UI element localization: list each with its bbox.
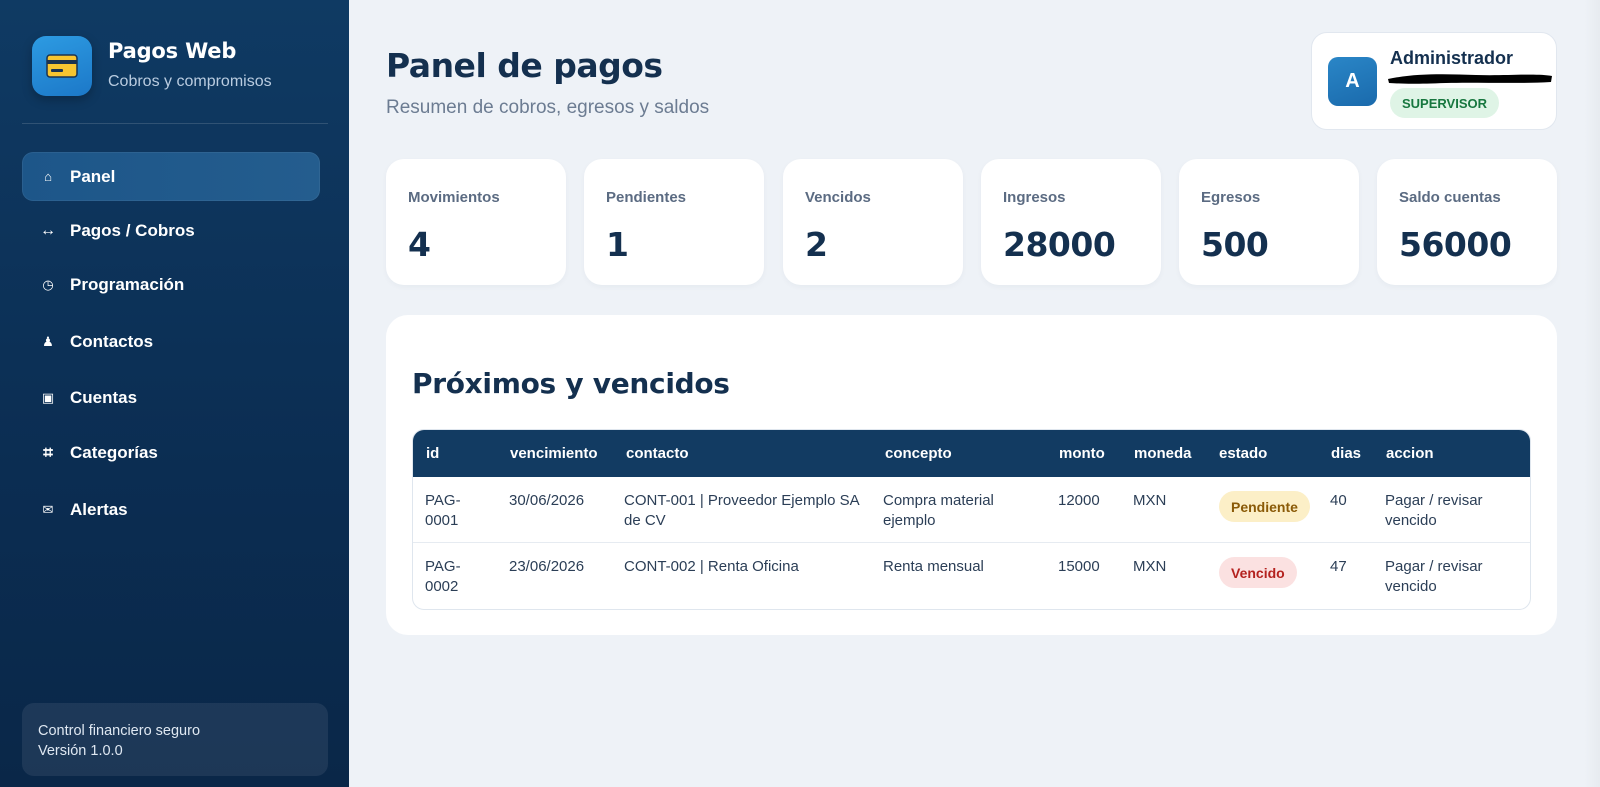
sidebar-item-label: Programación xyxy=(70,274,185,294)
redaction-mark xyxy=(1388,74,1552,84)
sidebar-item-cuentas[interactable]: ▣ Cuentas xyxy=(22,373,320,422)
cell-moneda: MXN xyxy=(1133,558,1167,575)
clock-icon: ◷ xyxy=(42,276,54,292)
stat-card-pendientes: Pendientes 1 xyxy=(584,159,764,285)
sidebar-item-alertas[interactable]: ✉ Alertas xyxy=(22,485,320,534)
app-subtitle: Cobros y compromisos xyxy=(108,73,272,90)
table-row[interactable]: PAG- 0001 30/06/2026 CONT-001 | Proveedor… xyxy=(413,477,1530,543)
cell-id: PAG- 0001 xyxy=(425,492,461,529)
stat-label: Movimientos xyxy=(408,189,500,206)
sidebar: Pagos Web Cobros y compromisos ⌂ Panel ↔… xyxy=(0,0,349,787)
column-header-accion[interactable]: accion xyxy=(1386,445,1434,462)
user-name: Administrador xyxy=(1390,48,1514,68)
cell-contacto: CONT-002 | Renta Oficina xyxy=(624,558,799,575)
cell-dias: 40 xyxy=(1330,492,1347,509)
stat-card-movimientos: Movimientos 4 xyxy=(386,159,566,285)
column-header-id[interactable]: id xyxy=(426,445,439,462)
sidebar-item-categorias[interactable]: ⌗ Categorías xyxy=(22,428,320,477)
stat-label: Pendientes xyxy=(606,189,687,206)
brand[interactable]: Pagos Web Cobros y compromisos xyxy=(32,36,272,96)
sidebar-item-label: Alertas xyxy=(70,499,128,519)
stat-label: Saldo cuentas xyxy=(1399,189,1501,206)
cell-moneda: MXN xyxy=(1133,492,1167,509)
cell-monto: 12000 xyxy=(1058,492,1100,509)
home-icon: ⌂ xyxy=(44,169,52,184)
stat-card-egresos: Egresos 500 xyxy=(1179,159,1359,285)
credit-card-icon xyxy=(32,36,92,96)
cell-contacto: CONT-001 | Proveedor Ejemplo SA de CV xyxy=(624,492,860,529)
section-title: Próximos y vencidos xyxy=(412,367,730,400)
cell-dias: 47 xyxy=(1330,558,1347,575)
avatar: A xyxy=(1328,57,1377,106)
cell-monto: 15000 xyxy=(1058,558,1100,575)
status-badge: Pendiente xyxy=(1219,491,1310,522)
stat-value: 56000 xyxy=(1399,225,1512,264)
table-row[interactable]: PAG- 0002 23/06/2026 CONT-002 | Renta Ofi… xyxy=(413,543,1530,609)
stat-label: Egresos xyxy=(1201,189,1261,206)
arrows-icon: ↔ xyxy=(40,221,56,239)
user-card[interactable]: A Administrador SUPERVISOR xyxy=(1311,32,1557,130)
sidebar-item-label: Contactos xyxy=(70,331,154,351)
page-subtitle: Resumen de cobros, egresos y saldos xyxy=(386,97,710,118)
sidebar-item-panel[interactable]: ⌂ Panel xyxy=(22,152,320,201)
stat-value: 28000 xyxy=(1003,225,1116,264)
page-title: Panel de pagos xyxy=(386,46,663,85)
sidebar-item-pagos-cobros[interactable]: ↔ Pagos / Cobros xyxy=(22,206,320,255)
cell-accion[interactable]: Pagar / revisar vencido xyxy=(1385,557,1483,597)
sidebar-item-label: Pagos / Cobros xyxy=(70,220,195,240)
payments-table: id vencimiento contacto concepto monto m… xyxy=(412,429,1531,610)
stat-label: Vencidos xyxy=(805,189,871,206)
cell-vencimiento: 23/06/2026 xyxy=(509,558,585,575)
app-version: Versión 1.0.0 xyxy=(38,743,123,759)
stat-card-saldo-cuentas: Saldo cuentas 56000 xyxy=(1377,159,1557,285)
sidebar-item-label: Categorías xyxy=(70,442,158,462)
upcoming-panel: Próximos y vencidos id vencimiento conta… xyxy=(386,315,1557,635)
footer-tagline: Control financiero seguro xyxy=(38,723,201,739)
mail-icon: ✉ xyxy=(42,501,54,517)
column-header-moneda[interactable]: moneda xyxy=(1134,445,1192,462)
sidebar-item-label: Panel xyxy=(70,166,116,186)
sidebar-item-contactos[interactable]: ♟ Contactos xyxy=(22,317,320,366)
column-header-dias[interactable]: dias xyxy=(1331,445,1361,462)
stat-value: 500 xyxy=(1201,225,1269,264)
cell-concepto: Compra material ejemplo xyxy=(883,492,994,529)
person-icon: ♟ xyxy=(42,333,54,349)
sidebar-item-label: Cuentas xyxy=(70,387,138,407)
stat-card-vencidos: Vencidos 2 xyxy=(783,159,963,285)
hash-icon: ⌗ xyxy=(43,442,53,462)
column-header-vencimiento[interactable]: vencimiento xyxy=(510,445,598,462)
account-icon: ▣ xyxy=(41,389,55,405)
cell-accion[interactable]: Pagar / revisar vencido xyxy=(1385,491,1483,531)
cell-id: PAG- 0002 xyxy=(425,558,461,595)
stat-value: 4 xyxy=(408,225,431,264)
cell-vencimiento: 30/06/2026 xyxy=(509,492,585,509)
app-title: Pagos Web xyxy=(108,39,237,63)
table-header: id vencimiento contacto concepto monto m… xyxy=(413,430,1530,477)
stat-card-ingresos: Ingresos 28000 xyxy=(981,159,1161,285)
scrollbar[interactable] xyxy=(1584,0,1600,787)
stat-value: 1 xyxy=(606,225,629,264)
sidebar-item-programacion[interactable]: ◷ Programación xyxy=(22,260,320,309)
app-root: Pagos Web Cobros y compromisos ⌂ Panel ↔… xyxy=(0,0,1600,787)
stat-value: 2 xyxy=(805,225,828,264)
column-header-estado[interactable]: estado xyxy=(1219,445,1267,462)
role-badge: SUPERVISOR xyxy=(1390,88,1500,118)
column-header-contacto[interactable]: contacto xyxy=(626,445,689,462)
column-header-monto[interactable]: monto xyxy=(1059,445,1105,462)
status-badge: Vencido xyxy=(1219,557,1297,588)
stat-label: Ingresos xyxy=(1003,189,1066,206)
sidebar-divider xyxy=(22,123,328,124)
sidebar-footer: Control financiero seguro Versión 1.0.0 xyxy=(22,703,328,776)
cell-concepto: Renta mensual xyxy=(883,558,984,575)
column-header-concepto[interactable]: concepto xyxy=(885,445,952,462)
